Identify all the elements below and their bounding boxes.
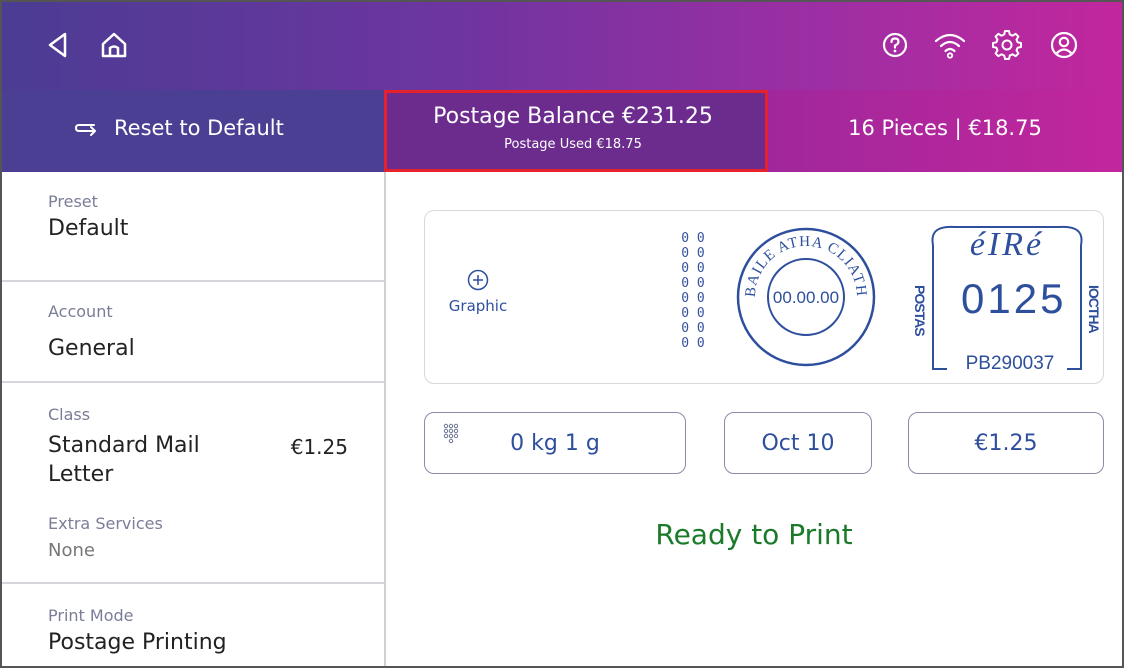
amount-value: €1.25 [974, 430, 1038, 456]
account-icon[interactable] [1050, 31, 1078, 59]
sidebar-item-preset[interactable]: Preset Default [2, 172, 384, 282]
wifi-icon[interactable] [934, 30, 966, 60]
add-circle-icon [467, 269, 489, 291]
ioctha-vertical-text: IOCTHA [1086, 285, 1102, 334]
digit-row: 0 0 [681, 291, 705, 306]
indicia-digits: 0 0 0 0 0 0 0 0 0 0 0 0 0 0 0 0 [673, 231, 713, 351]
graphic-label: Graphic [448, 297, 508, 315]
postage-balance-title: Postage Balance €231.25 [433, 104, 713, 129]
reset-label: Reset to Default [114, 116, 284, 140]
settings-sidebar: Preset Default Account General Class Sta… [2, 172, 386, 666]
sidebar-item-class[interactable]: Class Standard Mail Letter €1.25 Extra S… [2, 383, 384, 584]
class-label: Class [48, 405, 91, 424]
digit-row: 0 0 [681, 321, 705, 336]
postmark-date: 00.00.00 [773, 288, 839, 307]
postage-used-text: Postage Used €18.75 [504, 137, 642, 152]
postage-amount-button[interactable]: €1.25 [908, 412, 1104, 474]
add-graphic-button[interactable]: Graphic [443, 269, 513, 315]
weight-button[interactable]: 0 kg 1 g [424, 412, 686, 474]
date-button[interactable]: Oct 10 [724, 412, 872, 474]
status-message: Ready to Print [655, 518, 853, 551]
meter-value: 0125 [961, 275, 1067, 322]
return-arrow-icon [74, 118, 98, 138]
print-mode-value: Postage Printing [48, 630, 227, 655]
keypad-icon [443, 423, 459, 457]
help-icon[interactable] [882, 32, 908, 58]
country-text: éIRé [970, 226, 1044, 263]
top-bar [2, 2, 1122, 90]
sidebar-item-print-mode[interactable]: Print Mode Postage Printing [2, 584, 384, 666]
class-value-line2: Letter [48, 462, 114, 487]
digit-row: 0 0 [681, 306, 705, 321]
postage-balance-panel[interactable]: Postage Balance €231.25 Postage Used €18… [384, 90, 768, 172]
extra-services-label: Extra Services [48, 514, 163, 533]
print-mode-label: Print Mode [48, 606, 134, 625]
digit-row: 0 0 [681, 336, 705, 351]
digit-row: 0 0 [681, 231, 705, 246]
postas-vertical-text: POSTAS [912, 285, 928, 336]
postmark-circle: BAILE ATHA CLIATH 00.00.00 [736, 227, 876, 367]
class-price: €1.25 [290, 435, 348, 459]
pieces-counter[interactable]: 16 Pieces | €18.75 [768, 90, 1122, 172]
meter-stamp: éIRé POSTAS IOCTHA 0125 PB290037 [909, 219, 1105, 379]
extra-services-value: None [48, 540, 95, 561]
sidebar-item-account[interactable]: Account General [2, 282, 384, 383]
main-panel: Graphic 0 0 0 0 0 0 0 0 0 0 0 0 0 0 0 0 … [386, 172, 1122, 666]
balance-highlight [384, 90, 768, 172]
account-label: Account [48, 302, 113, 321]
reset-to-default-button[interactable]: Reset to Default [2, 90, 384, 172]
date-value: Oct 10 [761, 430, 835, 456]
postage-preview: Graphic 0 0 0 0 0 0 0 0 0 0 0 0 0 0 0 0 … [424, 210, 1104, 384]
class-value-line1: Standard Mail [48, 433, 200, 458]
digit-row: 0 0 [681, 276, 705, 291]
app-window: Reset to Default Postage Balance €231.25… [0, 0, 1124, 668]
preset-value: Default [48, 216, 129, 241]
back-arrow-icon[interactable] [46, 31, 68, 59]
weight-value: 0 kg 1 g [510, 430, 600, 456]
digit-row: 0 0 [681, 246, 705, 261]
account-value: General [48, 336, 135, 361]
settings-gear-icon[interactable] [992, 30, 1022, 60]
preset-label: Preset [48, 192, 98, 211]
meter-id: PB290037 [965, 353, 1055, 374]
pieces-label: 16 Pieces | €18.75 [848, 116, 1042, 140]
digit-row: 0 0 [681, 261, 705, 276]
home-icon[interactable] [99, 30, 129, 60]
